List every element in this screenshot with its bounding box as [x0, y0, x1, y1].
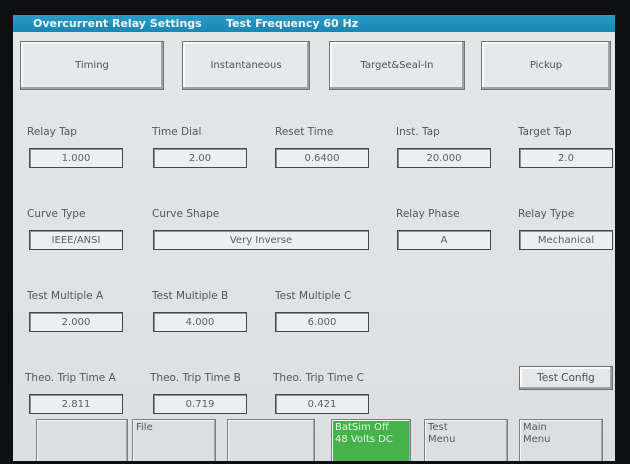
batsim-status-text: BatSim Off: [335, 422, 389, 433]
screen-title: Overcurrent Relay Settings: [33, 17, 202, 30]
relay-phase-field[interactable]: A: [397, 230, 491, 250]
curve-shape-field[interactable]: Very Inverse: [153, 230, 369, 250]
test-multiple-b-label: Test Multiple B: [152, 290, 229, 302]
target-tap-label: Target Tap: [518, 126, 572, 138]
tab-instantaneous[interactable]: Instantaneous: [182, 41, 310, 90]
tab-target-seal-in[interactable]: Target&Seal-In: [329, 41, 465, 90]
inst-tap-field[interactable]: 20.000: [397, 148, 491, 168]
test-menu-line2: Menu: [428, 434, 456, 445]
curve-type-field[interactable]: IEEE/ANSI: [29, 230, 123, 250]
main-menu-softkey[interactable]: Main Menu: [519, 419, 603, 461]
trip-time-b-field: 0.719: [153, 394, 247, 414]
relay-type-label: Relay Type: [518, 208, 575, 220]
reset-time-field[interactable]: 0.6400: [275, 148, 369, 168]
batsim-voltage-text: 48 Volts DC: [335, 434, 393, 445]
relay-tap-label: Relay Tap: [27, 126, 77, 138]
trip-time-c-label: Theo. Trip Time C: [273, 372, 364, 384]
time-dial-field[interactable]: 2.00: [153, 148, 247, 168]
main-menu-line1: Main: [523, 422, 547, 433]
relay-type-field[interactable]: Mechanical: [519, 230, 613, 250]
target-tap-field[interactable]: 2.0: [519, 148, 613, 168]
test-multiple-b-field[interactable]: 4.000: [153, 312, 247, 332]
trip-time-b-label: Theo. Trip Time B: [150, 372, 241, 384]
softkey-1[interactable]: [36, 419, 128, 461]
trip-time-a-label: Theo. Trip Time A: [25, 372, 116, 384]
test-multiple-a-field[interactable]: 2.000: [29, 312, 123, 332]
main-menu-line2: Menu: [523, 434, 551, 445]
inst-tap-label: Inst. Tap: [396, 126, 440, 138]
test-multiple-c-label: Test Multiple C: [275, 290, 352, 302]
test-menu-line1: Test: [428, 422, 448, 433]
test-multiple-a-label: Test Multiple A: [27, 290, 104, 302]
batsim-softkey[interactable]: BatSim Off 48 Volts DC: [331, 419, 411, 461]
test-menu-softkey-label: Test Menu: [428, 422, 455, 446]
curve-type-label: Curve Type: [27, 208, 86, 220]
test-menu-softkey[interactable]: Test Menu: [424, 419, 508, 461]
trip-time-a-field: 2.811: [29, 394, 123, 414]
softkey-3[interactable]: [227, 419, 315, 461]
relay-settings-screen: Overcurrent Relay Settings Test Frequenc…: [13, 15, 615, 461]
test-multiple-c-field[interactable]: 6.000: [275, 312, 369, 332]
trip-time-c-field: 0.421: [275, 394, 369, 414]
file-softkey-label: File: [136, 422, 153, 433]
test-config-button[interactable]: Test Config: [519, 366, 613, 390]
curve-shape-label: Curve Shape: [152, 208, 220, 220]
relay-tap-field[interactable]: 1.000: [29, 148, 123, 168]
main-menu-softkey-label: Main Menu: [523, 422, 550, 446]
tab-timing[interactable]: Timing: [20, 41, 164, 90]
batsim-softkey-label: BatSim Off 48 Volts DC: [335, 422, 393, 446]
file-softkey[interactable]: File: [132, 419, 216, 461]
test-frequency-label: Test Frequency 60 Hz: [226, 17, 359, 30]
reset-time-label: Reset Time: [275, 126, 334, 138]
relay-phase-label: Relay Phase: [396, 208, 460, 220]
tab-pickup[interactable]: Pickup: [481, 41, 611, 90]
time-dial-label: Time Dial: [152, 126, 202, 138]
title-bar: Overcurrent Relay Settings Test Frequenc…: [13, 15, 615, 32]
